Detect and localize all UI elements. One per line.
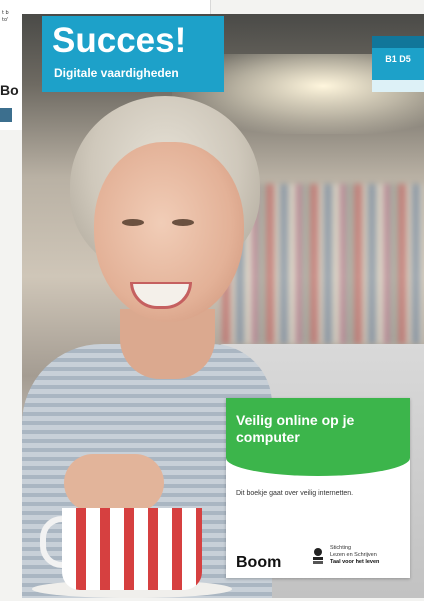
book-cover: Succes! Digitale vaardigheden B1 D5 Veil…: [22, 14, 424, 598]
level-label: B1 D5: [385, 54, 411, 64]
woman-hand: [64, 454, 164, 512]
background-blue-stripe: [0, 108, 12, 122]
woman-left-eye: [122, 219, 144, 226]
organization-line2: Lezen en Schrijven: [330, 552, 377, 558]
info-box-title: Veilig online op je computer: [236, 412, 355, 445]
background-text-line: t b: [2, 10, 9, 16]
info-box-description: Dit boekje gaat over veilig internetten.: [236, 490, 354, 497]
background-text-line: to': [2, 17, 9, 23]
background-page-text: t b to': [2, 10, 9, 24]
info-box: Veilig online op je computer Dit boekje …: [226, 398, 410, 578]
striped-cup: [62, 508, 202, 590]
woman-right-eye: [172, 219, 194, 226]
level-ribbon-top: [372, 36, 424, 48]
title-block: Succes! Digitale vaardigheden: [42, 16, 224, 92]
cover-title: Succes!: [52, 21, 187, 60]
cover-subtitle: Digitale vaardigheden: [54, 66, 179, 80]
info-box-header: Veilig online op je computer: [226, 398, 410, 476]
level-tab: B1 D5: [372, 36, 424, 92]
level-ribbon-bottom: [372, 80, 424, 92]
publisher-logo: Boom: [236, 554, 282, 571]
organization-name: Stichting Lezen en Schrijven Taal voor h…: [330, 545, 410, 566]
organization-line1: Stichting: [330, 545, 352, 551]
reading-organization-icon: [313, 548, 323, 564]
background-partial-label: Bo: [0, 82, 19, 98]
organization-tagline: Taal voor het leven: [330, 559, 380, 565]
